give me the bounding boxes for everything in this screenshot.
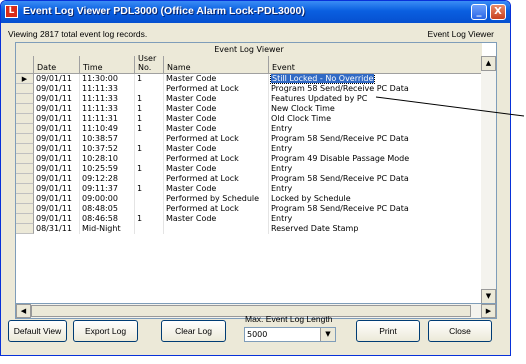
callout-line <box>375 96 525 117</box>
callout-pointer <box>375 96 525 117</box>
